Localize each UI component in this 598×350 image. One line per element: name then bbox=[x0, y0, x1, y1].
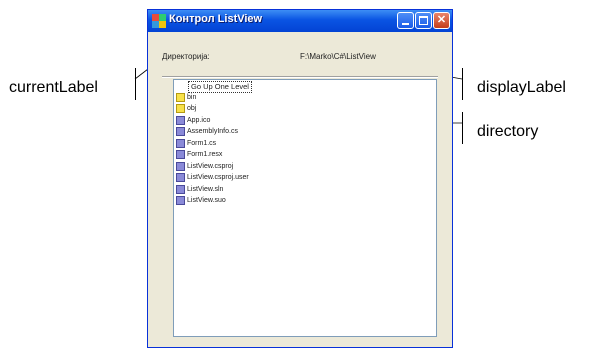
list-item-label: AssemblyInfo.cs bbox=[187, 127, 238, 135]
list-item[interactable]: ListView.csproj bbox=[176, 161, 233, 171]
file-icon bbox=[176, 195, 185, 205]
app-window: Контрол ListView ✕ Директорија: F:\Marko… bbox=[147, 9, 453, 348]
list-item[interactable]: obj bbox=[176, 103, 196, 113]
display-label: F:\Marko\C#\ListView bbox=[300, 52, 376, 61]
annotation-current-label: currentLabel bbox=[9, 79, 98, 96]
maximize-button[interactable] bbox=[415, 12, 432, 29]
go-up-button[interactable]: Go Up One Level bbox=[188, 81, 252, 93]
list-item-label: App.ico bbox=[187, 116, 211, 124]
list-item[interactable]: ListView.csproj.user bbox=[176, 172, 249, 182]
close-button[interactable]: ✕ bbox=[433, 12, 450, 29]
file-icon bbox=[176, 115, 185, 125]
list-item-label: Form1.cs bbox=[187, 139, 217, 147]
file-icon bbox=[176, 161, 185, 171]
list-item[interactable]: Form1.resx bbox=[176, 149, 222, 159]
folder-icon bbox=[176, 92, 185, 102]
close-icon: ✕ bbox=[436, 14, 447, 26]
list-item[interactable]: Form1.cs bbox=[176, 138, 216, 148]
separator bbox=[162, 76, 438, 78]
list-item-label: Form1.resx bbox=[187, 150, 223, 158]
title-bar[interactable]: Контрол ListView ✕ bbox=[148, 10, 452, 32]
current-label: Директорија: bbox=[162, 52, 210, 61]
folder-icon bbox=[176, 103, 185, 113]
list-item-label: ListView.csproj bbox=[187, 162, 234, 170]
minimize-icon bbox=[402, 23, 409, 25]
directory-listview[interactable]: Go Up One Level bin obj App.ico Assembly… bbox=[173, 79, 437, 337]
list-item[interactable]: AssemblyInfo.cs bbox=[176, 126, 238, 136]
list-item-label: ListView.suo bbox=[187, 196, 226, 204]
list-item-label: ListView.csproj.user bbox=[187, 173, 249, 181]
maximize-icon bbox=[419, 16, 428, 25]
window-title: Контрол ListView bbox=[169, 13, 263, 25]
annotation-directory: directory bbox=[477, 123, 539, 140]
list-item[interactable]: ListView.suo bbox=[176, 195, 226, 205]
app-icon bbox=[152, 14, 166, 28]
file-icon bbox=[176, 149, 185, 159]
annotation-display-label: displayLabel bbox=[477, 79, 566, 96]
list-item-label: obj bbox=[187, 104, 197, 112]
file-icon bbox=[176, 126, 185, 136]
list-item-label: bin bbox=[187, 93, 197, 101]
list-item[interactable]: bin bbox=[176, 92, 196, 102]
annotation-bar-current-label bbox=[135, 68, 136, 100]
file-icon bbox=[176, 172, 185, 182]
list-item[interactable]: App.ico bbox=[176, 115, 210, 125]
file-icon bbox=[176, 138, 185, 148]
annotation-bar-directory bbox=[462, 112, 463, 144]
list-item[interactable]: ListView.sln bbox=[176, 184, 223, 194]
minimize-button[interactable] bbox=[397, 12, 414, 29]
file-icon bbox=[176, 184, 185, 194]
list-item-label: ListView.sln bbox=[187, 185, 224, 193]
annotation-bar-display-label bbox=[462, 68, 463, 100]
